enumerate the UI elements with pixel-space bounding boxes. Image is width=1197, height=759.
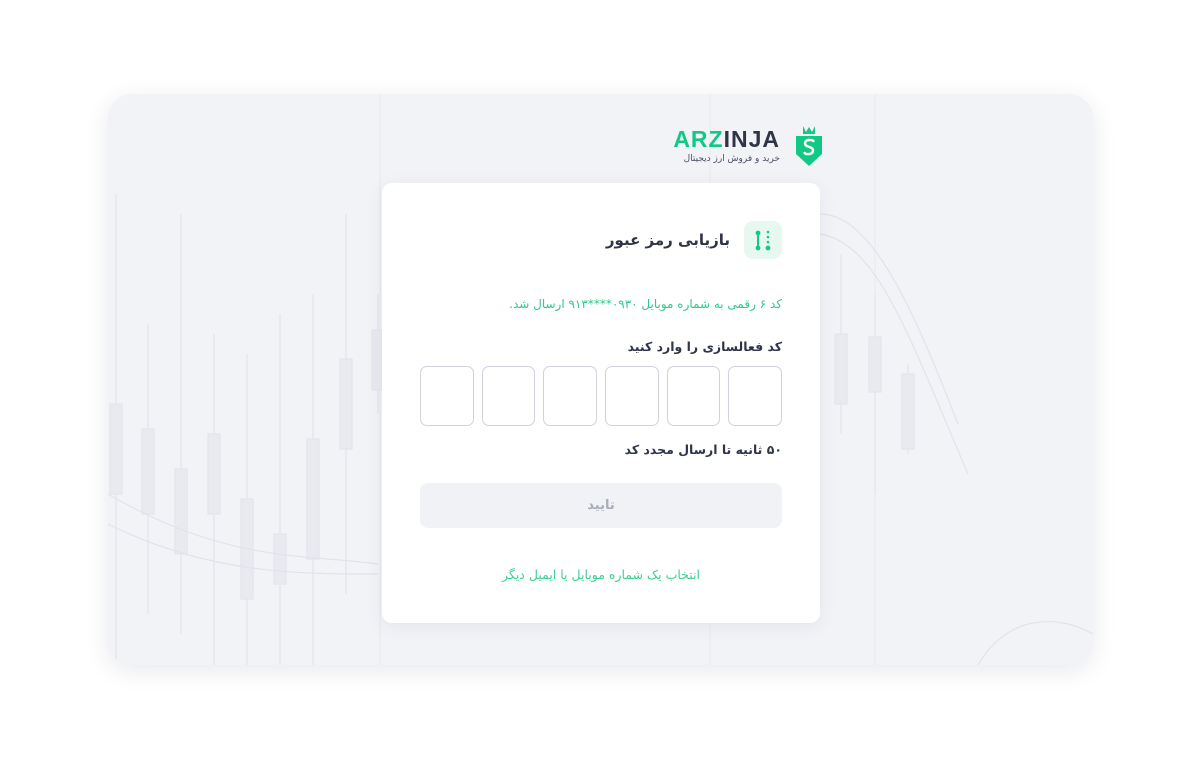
code-sent-message: کد ۶ رقمی به شماره موبایل ۰۹۳۰****۹۱۳ ار… xyxy=(509,297,782,311)
choose-other-contact-link[interactable]: انتخاب یک شماره موبایل یا ایمیل دیگر xyxy=(382,567,820,582)
brand-name: ARZINJA xyxy=(673,126,780,152)
brand-tagline: خرید و فروش ارز دیجیتال xyxy=(683,154,780,164)
arzinja-logo-icon xyxy=(796,126,822,166)
brand-block[interactable]: ARZINJA خرید و فروش ارز دیجیتال xyxy=(673,124,824,170)
key-dots-icon xyxy=(744,221,782,259)
otp-digit-5[interactable] xyxy=(481,366,536,426)
resend-timer: ۵۰ ثانیه تا ارسال مجدد کد xyxy=(624,442,782,457)
otp-digit-1[interactable] xyxy=(728,366,782,426)
confirm-button[interactable]: تایید xyxy=(420,483,782,528)
otp-digit-4[interactable] xyxy=(543,366,597,426)
otp-digit-3[interactable] xyxy=(604,366,659,426)
password-recovery-card: بازیابی رمز عبور کد ۶ رقمی به شماره موبا… xyxy=(382,183,820,623)
otp-digit-6[interactable] xyxy=(419,366,474,426)
page-title: بازیابی رمز عبور xyxy=(605,231,730,249)
otp-input-group xyxy=(419,366,782,426)
activation-code-label: کد فعالسازی را وارد کنید xyxy=(627,339,782,354)
card-header: بازیابی رمز عبور xyxy=(606,221,782,259)
otp-digit-2[interactable] xyxy=(666,366,721,426)
